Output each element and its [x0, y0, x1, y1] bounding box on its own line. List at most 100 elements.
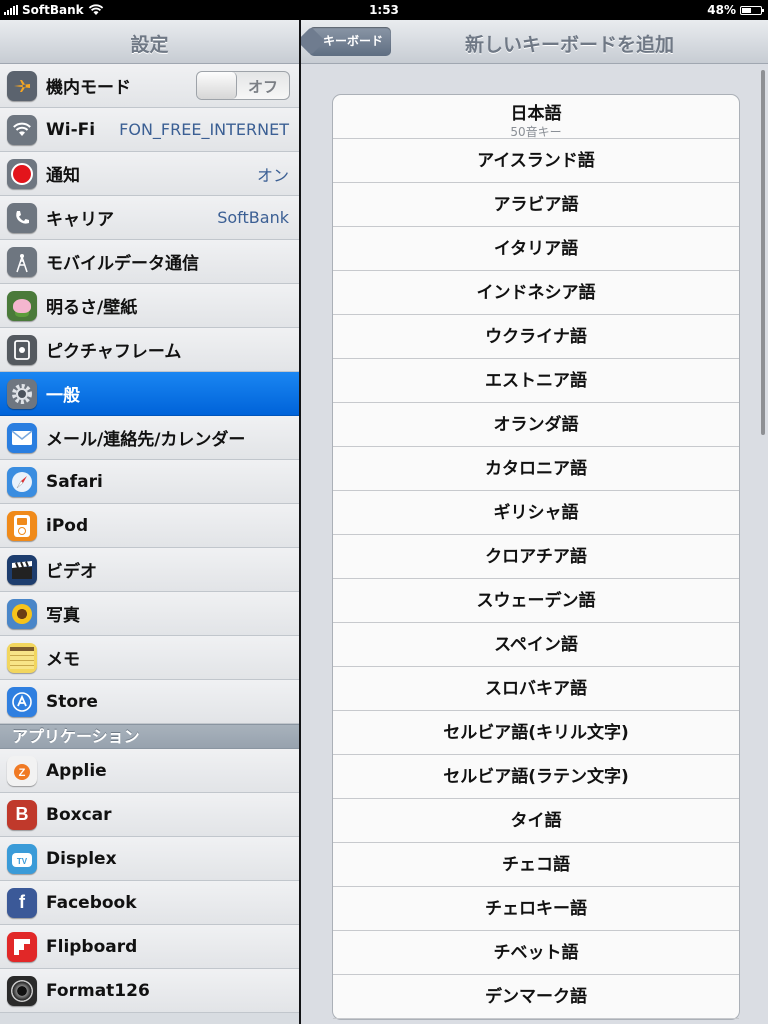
language-row[interactable]: アラビア語: [333, 183, 739, 227]
keyboard-language-list: 日本語 50音キー アイスランド語 アラビア語 イタリア語 インドネシア語 ウクライナ語…: [332, 94, 740, 1020]
antenna-icon: [7, 246, 37, 277]
back-button-label: キーボード: [323, 34, 384, 48]
mail-icon: [7, 422, 37, 453]
language-row[interactable]: ギリシャ語: [333, 491, 739, 535]
sidebar-item-flipboard[interactable]: Flipboard: [0, 925, 299, 969]
language-row[interactable]: ウクライナ語: [333, 315, 739, 359]
sidebar-item-label: Displex: [46, 848, 117, 869]
sidebar-item-picture-frame[interactable]: ピクチャフレーム: [0, 328, 299, 372]
language-row[interactable]: インドネシア語: [333, 271, 739, 315]
svg-text:Z: Z: [19, 767, 26, 779]
sidebar-item-label: Store: [46, 691, 98, 712]
language-row-japanese[interactable]: 日本語 50音キー: [333, 95, 739, 139]
language-row[interactable]: クロアチア語: [333, 535, 739, 579]
wifi-icon: [7, 114, 37, 145]
sidebar-item-gear[interactable]: 一般: [0, 372, 299, 416]
sidebar-item-sunflower[interactable]: 写真: [0, 592, 299, 636]
sidebar-item-phone[interactable]: キャリア SoftBank: [0, 196, 299, 240]
language-row[interactable]: セルビア語(ラテン文字): [333, 755, 739, 799]
sidebar-item-app-store[interactable]: Store: [0, 680, 299, 724]
apps-list: Z Applie B Boxcar TV Displex f Facebook Flipboar…: [0, 749, 299, 1013]
flipboard-icon: [7, 931, 37, 962]
sunflower-icon: [7, 598, 37, 629]
sidebar-item-label: モバイルデータ通信: [46, 254, 199, 274]
picture-frame-icon: [7, 334, 37, 365]
language-row[interactable]: カタロニア語: [333, 447, 739, 491]
sidebar-item-label: Applie: [46, 760, 107, 781]
language-label: 日本語: [510, 104, 562, 124]
battery-percent: 48%: [707, 3, 736, 17]
sidebar-item-notepad[interactable]: メモ: [0, 636, 299, 680]
language-row[interactable]: オランダ語: [333, 403, 739, 447]
notepad-icon: [7, 642, 37, 673]
toggle-label: オフ: [247, 78, 278, 96]
sidebar-item-camera-lens[interactable]: Format126: [0, 969, 299, 1013]
settings-list: 機内モード オフ Wi-Fi FON_FREE_INTERNET 通知 オンキャリア Sof…: [0, 64, 299, 724]
clock: 1:53: [369, 3, 399, 17]
sidebar-item-boxcar[interactable]: B Boxcar: [0, 793, 299, 837]
sidebar-item-notifications[interactable]: 通知 オン: [0, 152, 299, 196]
facebook-icon: f: [7, 887, 37, 918]
sidebar-item-label: Safari: [46, 471, 103, 492]
sidebar-item-label: 機内モード: [46, 78, 131, 98]
language-row[interactable]: エストニア語: [333, 359, 739, 403]
detail-title: 新しいキーボードを追加: [464, 34, 674, 56]
language-row[interactable]: タイ語: [333, 799, 739, 843]
language-row[interactable]: アイスランド語: [333, 139, 739, 183]
tv-icon: TV: [7, 843, 37, 874]
language-row[interactable]: セルビア語(キリル文字): [333, 711, 739, 755]
sidebar-item-ipod[interactable]: iPod: [0, 504, 299, 548]
language-row[interactable]: スウェーデン語: [333, 579, 739, 623]
sidebar-item-value: オン: [256, 165, 289, 185]
scrollbar[interactable]: [761, 70, 765, 435]
sidebar-item-label: キャリア: [46, 210, 114, 230]
sidebar-item-label: Facebook: [46, 892, 137, 913]
sidebar-item-label: 通知: [46, 166, 80, 186]
sidebar-item-label: 一般: [46, 386, 80, 406]
status-bar: SoftBank 1:53 48%: [0, 0, 768, 20]
sidebar-item-applie[interactable]: Z Applie: [0, 749, 299, 793]
sidebar-item-label: 写真: [46, 606, 80, 626]
sidebar-item-mail[interactable]: メール/連絡先/カレンダー: [0, 416, 299, 460]
sidebar-item-value: FON_FREE_INTERNET: [119, 120, 289, 139]
sidebar-item-label: 明るさ/壁紙: [46, 298, 138, 318]
notifications-icon: [7, 158, 37, 189]
airplane-icon: [7, 70, 37, 101]
compass-icon: [7, 466, 37, 497]
sidebar-item-label: Flipboard: [46, 936, 138, 957]
sidebar-item-label: ビデオ: [46, 562, 97, 582]
language-row[interactable]: イタリア語: [333, 227, 739, 271]
boxcar-icon: B: [7, 799, 37, 830]
sidebar-item-airplane[interactable]: 機内モード オフ: [0, 64, 299, 108]
settings-sidebar: 設定 機内モード オフ Wi-Fi FON_FREE_INTERNET 通知 オンキャリア…: [0, 20, 299, 1024]
phone-icon: [7, 202, 37, 233]
sidebar-item-facebook[interactable]: f Facebook: [0, 881, 299, 925]
flower-icon: [7, 290, 37, 321]
sidebar-item-compass[interactable]: Safari: [0, 460, 299, 504]
sidebar-item-wifi[interactable]: Wi-Fi FON_FREE_INTERNET: [0, 108, 299, 152]
clapperboard-icon: [7, 554, 37, 585]
sidebar-item-label: Format126: [46, 980, 150, 1001]
sidebar-item-clapperboard[interactable]: ビデオ: [0, 548, 299, 592]
toggle-knob[interactable]: [197, 72, 237, 99]
section-header-applications: アプリケーション: [0, 724, 299, 749]
applie-icon: Z: [7, 755, 37, 786]
language-row[interactable]: スペイン語: [333, 623, 739, 667]
language-row[interactable]: デンマーク語: [333, 975, 739, 1019]
gear-icon: [7, 378, 37, 409]
sidebar-item-value: SoftBank: [217, 208, 289, 227]
sidebar-item-label: ピクチャフレーム: [46, 342, 182, 362]
language-row[interactable]: チェロキー語: [333, 887, 739, 931]
sidebar-item-flower[interactable]: 明るさ/壁紙: [0, 284, 299, 328]
language-row[interactable]: スロバキア語: [333, 667, 739, 711]
language-subtitle: 50音キー: [510, 125, 562, 139]
battery-icon: [740, 5, 764, 15]
airplane-mode-toggle[interactable]: オフ: [196, 71, 290, 100]
sidebar-item-label: メール/連絡先/カレンダー: [46, 430, 246, 450]
detail-navbar: キーボード 新しいキーボードを追加: [301, 20, 768, 64]
language-row[interactable]: チベット語: [333, 931, 739, 975]
sidebar-item-tv[interactable]: TV Displex: [0, 837, 299, 881]
language-row[interactable]: チェコ語: [333, 843, 739, 887]
sidebar-navbar: 設定: [0, 20, 299, 64]
sidebar-item-antenna[interactable]: モバイルデータ通信: [0, 240, 299, 284]
